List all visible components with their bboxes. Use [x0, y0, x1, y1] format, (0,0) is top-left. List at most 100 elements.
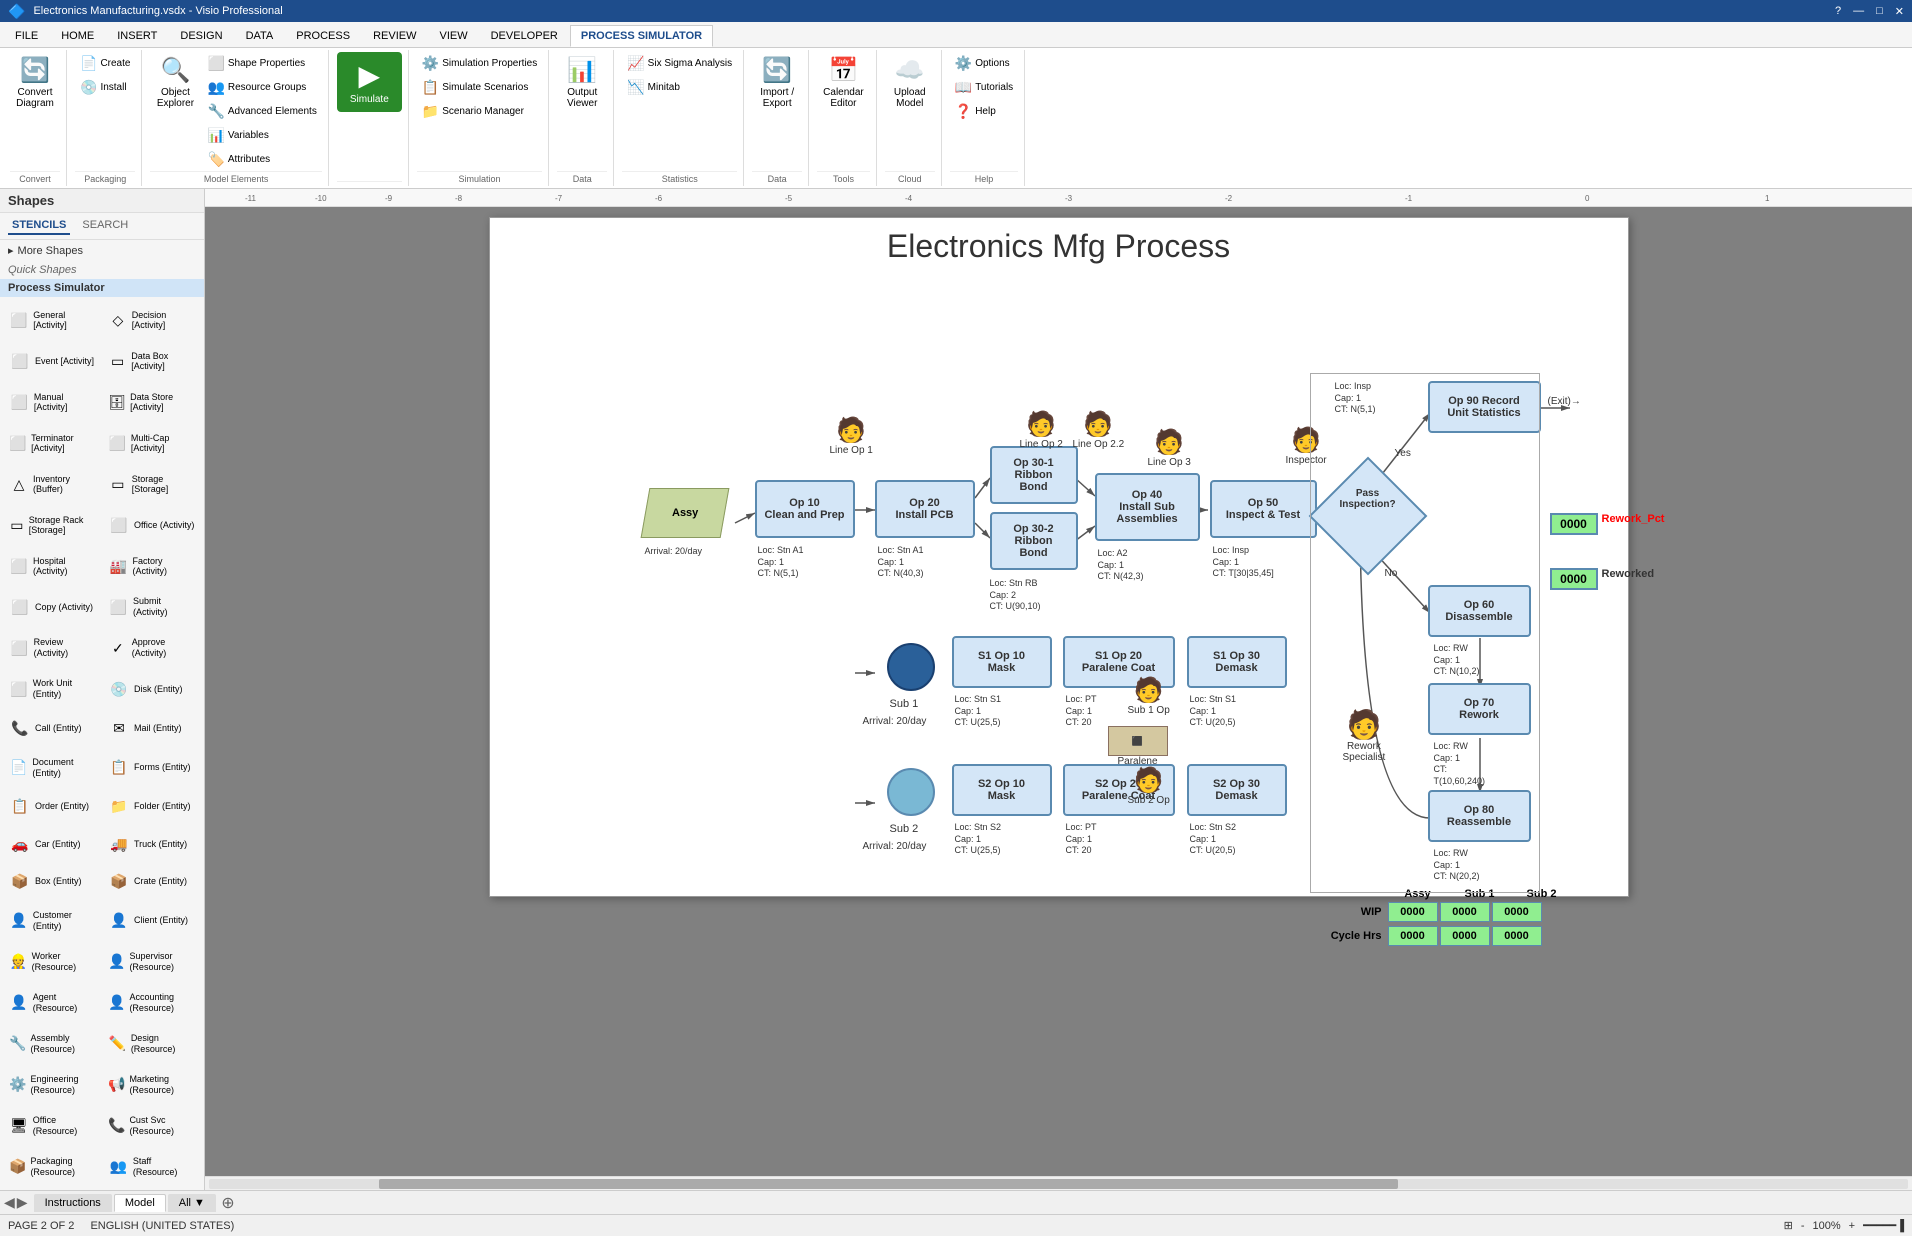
shape-item-24[interactable]: 📋Order (Entity): [4, 789, 101, 824]
simulate-button[interactable]: ▶ Simulate: [337, 52, 402, 112]
h-scrollbar[interactable]: [205, 1176, 1912, 1190]
shape-item-5[interactable]: 🗄Data Store [Activity]: [103, 383, 200, 422]
op50-box[interactable]: Op 50Inspect & Test: [1210, 480, 1317, 538]
op80-box[interactable]: Op 80Reassemble: [1428, 790, 1531, 842]
shape-item-28[interactable]: 📦Box (Entity): [4, 864, 101, 899]
op20-box[interactable]: Op 20Install PCB: [875, 480, 975, 538]
shape-item-7[interactable]: ⬜Multi-Cap [Activity]: [103, 424, 200, 463]
shape-item-38[interactable]: ⚙️Engineering (Resource): [4, 1065, 101, 1104]
shape-item-17[interactable]: ✓Approve (Activity): [103, 629, 200, 668]
shape-item-2[interactable]: ⬜Event [Activity]: [4, 342, 101, 381]
shape-item-41[interactable]: 📞Cust Svc (Resource): [103, 1106, 200, 1145]
output-viewer-button[interactable]: 📊 OutputViewer: [557, 52, 607, 113]
op40-box[interactable]: Op 40Install SubAssemblies: [1095, 473, 1200, 541]
instructions-tab[interactable]: Instructions: [34, 1194, 112, 1212]
assy-shape[interactable]: Assy: [640, 488, 729, 538]
close-button[interactable]: ✕: [1895, 5, 1904, 18]
shape-item-19[interactable]: 💿Disk (Entity): [103, 670, 200, 709]
ribbon-tab-view[interactable]: VIEW: [428, 25, 478, 47]
sub2-cycle[interactable]: 0000: [1492, 926, 1542, 946]
shape-item-26[interactable]: 🚗Car (Entity): [4, 826, 101, 861]
shape-item-4[interactable]: ⬜Manual [Activity]: [4, 383, 101, 422]
scenario-manager-button[interactable]: 📁Scenario Manager: [417, 100, 542, 123]
simulate-scenarios-button[interactable]: 📋Simulate Scenarios: [417, 76, 542, 99]
ribbon-tab-design[interactable]: DESIGN: [169, 25, 233, 47]
shape-properties-button[interactable]: ⬜Shape Properties: [202, 52, 321, 75]
attributes-button[interactable]: 🏷️Attributes: [202, 148, 321, 171]
sub1-wip[interactable]: 0000: [1440, 902, 1490, 922]
canvas-wrapper[interactable]: Electronics Mfg Process Assy Arrival: 20…: [205, 207, 1912, 1176]
search-tab[interactable]: SEARCH: [78, 217, 132, 235]
s2op30-box[interactable]: S2 Op 30Demask: [1187, 764, 1287, 816]
all-tab[interactable]: All ▼: [168, 1194, 216, 1212]
s1op30-box[interactable]: S1 Op 30Demask: [1187, 636, 1287, 688]
assy-wip[interactable]: 0000: [1388, 902, 1438, 922]
six-sigma-button[interactable]: 📈Six Sigma Analysis: [622, 52, 737, 75]
shape-item-14[interactable]: ⬜Copy (Activity): [4, 588, 101, 627]
model-tab[interactable]: Model: [114, 1194, 166, 1212]
op60-box[interactable]: Op 60Disassemble: [1428, 585, 1531, 637]
shape-item-23[interactable]: 📋Forms (Entity): [103, 748, 200, 787]
page-prev-button[interactable]: ◀: [4, 1194, 15, 1211]
sub1-circle[interactable]: [887, 643, 935, 691]
advanced-elements-button[interactable]: 🔧Advanced Elements: [202, 100, 321, 123]
ribbon-tab-file[interactable]: FILE: [4, 25, 49, 47]
ribbon-tab-insert[interactable]: INSERT: [106, 25, 168, 47]
sub1-cycle[interactable]: 0000: [1440, 926, 1490, 946]
help-button[interactable]: ?: [1835, 5, 1841, 18]
stencils-tab[interactable]: STENCILS: [8, 217, 70, 235]
shape-item-9[interactable]: ▭Storage [Storage]: [103, 465, 200, 504]
simulation-properties-button[interactable]: ⚙️Simulation Properties: [417, 52, 542, 75]
shape-item-34[interactable]: 👤Agent (Resource): [4, 983, 101, 1022]
more-shapes[interactable]: ▸ More Shapes: [0, 240, 204, 261]
op301-box[interactable]: Op 30-1RibbonBond: [990, 446, 1078, 504]
shape-item-31[interactable]: 👤Client (Entity): [103, 901, 200, 940]
shape-item-12[interactable]: ⬜Hospital (Activity): [4, 547, 101, 586]
create-button[interactable]: 📄Create: [75, 52, 135, 75]
ribbon-tab-data[interactable]: DATA: [235, 25, 285, 47]
shape-item-8[interactable]: △Inventory (Buffer): [4, 465, 101, 504]
variables-button[interactable]: 📊Variables: [202, 124, 321, 147]
help-ribbon-button[interactable]: ❓Help: [950, 100, 1018, 123]
op70-box[interactable]: Op 70Rework: [1428, 683, 1531, 735]
shape-item-36[interactable]: 🔧Assembly (Resource): [4, 1024, 101, 1063]
assy-cycle[interactable]: 0000: [1388, 926, 1438, 946]
shape-item-11[interactable]: ⬜Office (Activity): [103, 506, 200, 545]
shape-item-35[interactable]: 👤Accounting (Resource): [103, 983, 200, 1022]
ribbon-tab-developer[interactable]: DEVELOPER: [480, 25, 569, 47]
fit-page-button[interactable]: ⊞: [1784, 1219, 1793, 1232]
minimize-button[interactable]: —: [1853, 5, 1864, 18]
shape-item-18[interactable]: ⬜Work Unit (Entity): [4, 670, 101, 709]
shape-item-1[interactable]: ◇Decision [Activity]: [103, 301, 200, 340]
minitab-button[interactable]: 📉Minitab: [622, 76, 737, 99]
op302-box[interactable]: Op 30-2RibbonBond: [990, 512, 1078, 570]
op90-box[interactable]: Op 90 RecordUnit Statistics: [1428, 381, 1541, 433]
zoom-in-button[interactable]: +: [1849, 1220, 1855, 1232]
h-scrollbar-thumb[interactable]: [379, 1179, 1398, 1189]
shape-item-0[interactable]: ⬜General [Activity]: [4, 301, 101, 340]
process-simulator-category[interactable]: Process Simulator: [0, 279, 204, 297]
zoom-out-button[interactable]: -: [1801, 1220, 1805, 1232]
shape-item-25[interactable]: 📁Folder (Entity): [103, 789, 200, 824]
tutorials-button[interactable]: 📖Tutorials: [950, 76, 1018, 99]
shape-item-10[interactable]: ▭Storage Rack [Storage]: [4, 506, 101, 545]
ribbon-tab-review[interactable]: REVIEW: [362, 25, 427, 47]
shape-item-33[interactable]: 👤Supervisor (Resource): [103, 942, 200, 981]
shape-item-43[interactable]: 👥Staff (Resource): [103, 1147, 200, 1186]
convert-diagram-button[interactable]: 🔄 ConvertDiagram: [10, 52, 60, 113]
ribbon-tab-home[interactable]: HOME: [50, 25, 105, 47]
op10-box[interactable]: Op 10Clean and Prep: [755, 480, 855, 538]
shape-item-6[interactable]: ⬜Terminator [Activity]: [4, 424, 101, 463]
maximize-button[interactable]: □: [1876, 5, 1883, 18]
shape-item-27[interactable]: 🚚Truck (Entity): [103, 826, 200, 861]
shape-item-29[interactable]: 📦Crate (Entity): [103, 864, 200, 899]
rework-pct-counter[interactable]: 0000: [1550, 513, 1598, 535]
object-explorer-button[interactable]: 🔍 ObjectExplorer: [150, 52, 200, 113]
import-export-button[interactable]: 🔄 Import /Export: [752, 52, 802, 113]
shape-item-22[interactable]: 📄Document (Entity): [4, 748, 101, 787]
shape-item-40[interactable]: 🖥Office (Resource): [4, 1106, 101, 1145]
shape-item-15[interactable]: ⬜Submit (Activity): [103, 588, 200, 627]
shape-item-30[interactable]: 👤Customer (Entity): [4, 901, 101, 940]
pass-inspection-diamond[interactable]: [1308, 457, 1427, 576]
shape-item-20[interactable]: 📞Call (Entity): [4, 711, 101, 746]
